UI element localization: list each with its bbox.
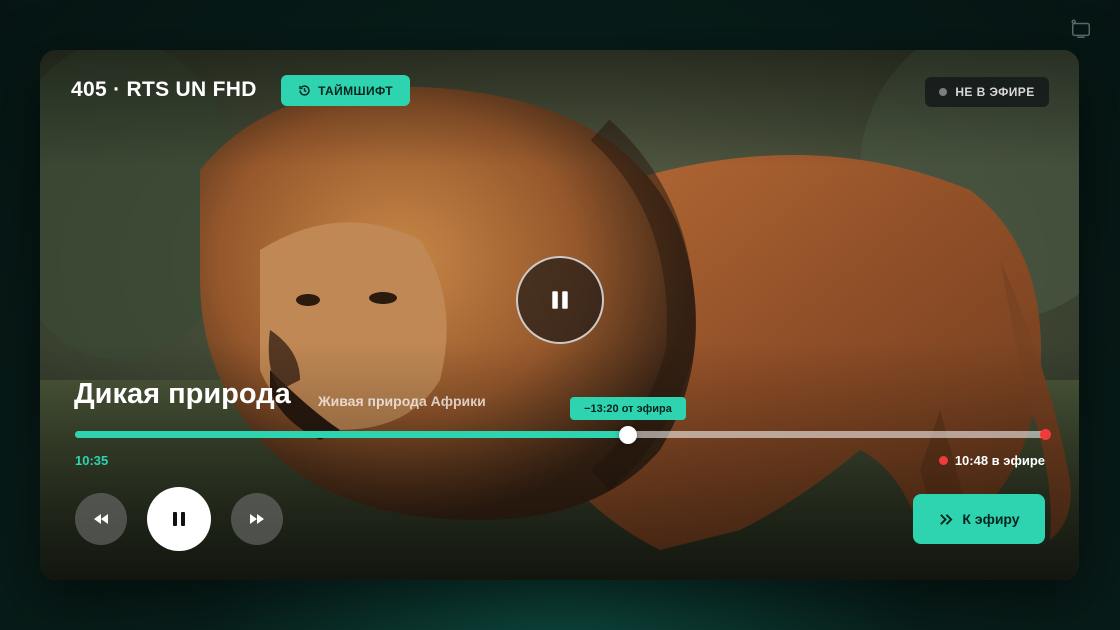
seek-progress bbox=[75, 431, 628, 438]
to-live-label: К эфиру bbox=[962, 511, 1020, 527]
timeshift-label: ТАЙМШИФТ bbox=[318, 83, 393, 98]
rewind-icon bbox=[94, 514, 108, 524]
live-point-marker bbox=[1040, 429, 1051, 440]
live-time-label: 10:48 в эфире bbox=[954, 453, 1045, 468]
video-player[interactable]: 405 · RTS UN FHD ТАЙМШИФТ НЕ В ЭФИРЕ Дик… bbox=[40, 50, 1079, 580]
double-chevron-right-icon bbox=[940, 513, 953, 525]
fast-forward-icon bbox=[250, 514, 264, 524]
timeshift-badge[interactable]: ТАЙМШИФТ bbox=[281, 75, 410, 106]
pause-icon bbox=[173, 512, 185, 526]
program-subtitle: Живая природа Африки bbox=[318, 393, 486, 409]
center-pause-button[interactable] bbox=[516, 256, 604, 344]
tv-icon[interactable] bbox=[1070, 18, 1092, 40]
pause-icon bbox=[552, 291, 568, 309]
start-time: 10:35 bbox=[75, 453, 109, 468]
live-status-label: НЕ В ЭФИРЕ bbox=[955, 85, 1035, 99]
seek-handle[interactable] bbox=[618, 425, 637, 444]
seek-bar[interactable] bbox=[75, 425, 1051, 444]
live-time: 10:48 в эфире bbox=[938, 453, 1045, 468]
program-title: Дикая природа bbox=[74, 378, 291, 410]
offset-tooltip: −13:20 от эфира bbox=[570, 397, 686, 420]
live-status-badge: НЕ В ЭФИРЕ bbox=[925, 77, 1049, 107]
channel-name: 405 · RTS UN FHD bbox=[71, 78, 257, 101]
rewind-button[interactable] bbox=[75, 493, 127, 545]
forward-button[interactable] bbox=[231, 493, 283, 545]
history-icon bbox=[299, 85, 310, 96]
status-dot-icon bbox=[939, 88, 948, 96]
to-live-button[interactable]: К эфиру bbox=[913, 494, 1045, 544]
play-pause-button[interactable] bbox=[147, 487, 211, 551]
live-dot-icon bbox=[938, 456, 948, 465]
